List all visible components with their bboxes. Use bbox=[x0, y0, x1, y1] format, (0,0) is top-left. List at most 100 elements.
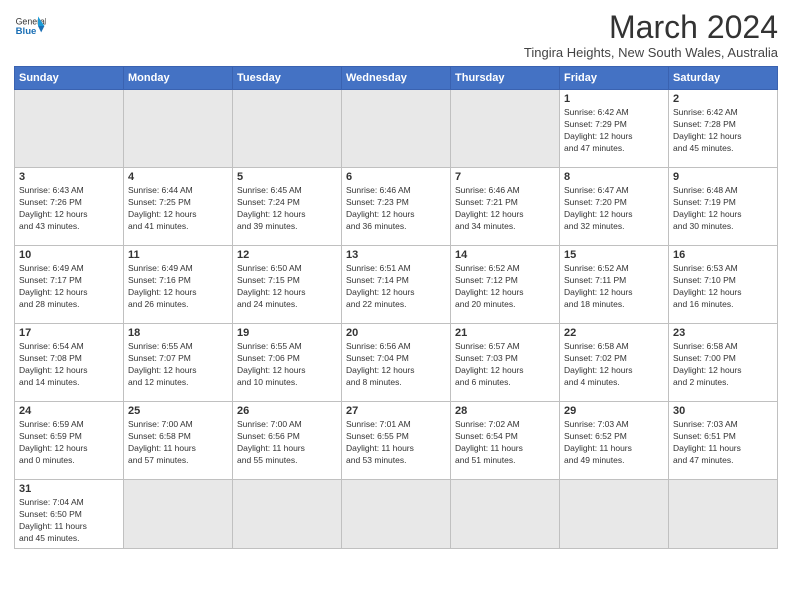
table-row: 18Sunrise: 6:55 AM Sunset: 7:07 PM Dayli… bbox=[124, 324, 233, 402]
day-info: Sunrise: 6:47 AM Sunset: 7:20 PM Dayligh… bbox=[564, 185, 664, 233]
day-info: Sunrise: 7:00 AM Sunset: 6:56 PM Dayligh… bbox=[237, 419, 337, 467]
day-number: 3 bbox=[19, 171, 119, 183]
day-number: 17 bbox=[19, 327, 119, 339]
day-info: Sunrise: 6:58 AM Sunset: 7:02 PM Dayligh… bbox=[564, 341, 664, 389]
day-info: Sunrise: 6:52 AM Sunset: 7:12 PM Dayligh… bbox=[455, 263, 555, 311]
day-number: 2 bbox=[673, 93, 773, 105]
day-info: Sunrise: 6:44 AM Sunset: 7:25 PM Dayligh… bbox=[128, 185, 228, 233]
table-row: 21 Sunrise: 6:57 AM Sunset: 7:03 PM Dayli… bbox=[451, 324, 560, 402]
day-info: Sunrise: 7:04 AM Sunset: 6:50 PM Dayligh… bbox=[19, 497, 119, 545]
col-tuesday: Tuesday bbox=[233, 67, 342, 90]
day-info: Sunrise: 6:55 AM Sunset: 7:07 PM Dayligh… bbox=[128, 341, 228, 389]
calendar-week-row: 1Sunrise: 6:42 AM Sunset: 7:29 PM Daylig… bbox=[15, 90, 778, 168]
table-row: 4 Sunrise: 6:44 AM Sunset: 7:25 PM Daylig… bbox=[124, 168, 233, 246]
calendar-header-row: Sunday Monday Tuesday Wednesday Thursday… bbox=[15, 67, 778, 90]
table-row: 12Sunrise: 6:50 AM Sunset: 7:15 PM Dayli… bbox=[233, 246, 342, 324]
table-row: 24Sunrise: 6:59 AM Sunset: 6:59 PM Dayli… bbox=[15, 402, 124, 480]
day-number: 27 bbox=[346, 405, 446, 417]
day-info: Sunrise: 7:03 AM Sunset: 6:52 PM Dayligh… bbox=[564, 419, 664, 467]
calendar-week-row: 31 Sunrise: 7:04 AM Sunset: 6:50 PM Dayli… bbox=[15, 480, 778, 549]
day-number: 7 bbox=[455, 171, 555, 183]
table-row: 3 Sunrise: 6:43 AM Sunset: 7:26 PM Daylig… bbox=[15, 168, 124, 246]
table-row bbox=[124, 480, 233, 549]
table-row bbox=[560, 480, 669, 549]
table-row bbox=[15, 90, 124, 168]
table-row: 27 Sunrise: 7:01 AM Sunset: 6:55 PM Dayli… bbox=[342, 402, 451, 480]
table-row: 19Sunrise: 6:55 AM Sunset: 7:06 PM Dayli… bbox=[233, 324, 342, 402]
day-info: Sunrise: 6:56 AM Sunset: 7:04 PM Dayligh… bbox=[346, 341, 446, 389]
day-info: Sunrise: 6:43 AM Sunset: 7:26 PM Dayligh… bbox=[19, 185, 119, 233]
table-row bbox=[233, 480, 342, 549]
day-number: 30 bbox=[673, 405, 773, 417]
table-row: 23Sunrise: 6:58 AM Sunset: 7:00 PM Dayli… bbox=[669, 324, 778, 402]
page: General Blue March 2024 Tingira Heights,… bbox=[0, 0, 792, 557]
table-row: 22 Sunrise: 6:58 AM Sunset: 7:02 PM Dayli… bbox=[560, 324, 669, 402]
day-number: 22 bbox=[564, 327, 664, 339]
location-label: Tingira Heights, New South Wales, Austra… bbox=[524, 45, 778, 60]
day-number: 10 bbox=[19, 249, 119, 261]
svg-text:Blue: Blue bbox=[16, 26, 37, 37]
day-info: Sunrise: 6:55 AM Sunset: 7:06 PM Dayligh… bbox=[237, 341, 337, 389]
day-info: Sunrise: 6:48 AM Sunset: 7:19 PM Dayligh… bbox=[673, 185, 773, 233]
day-info: Sunrise: 7:00 AM Sunset: 6:58 PM Dayligh… bbox=[128, 419, 228, 467]
day-number: 31 bbox=[19, 483, 119, 495]
table-row bbox=[451, 90, 560, 168]
day-info: Sunrise: 6:51 AM Sunset: 7:14 PM Dayligh… bbox=[346, 263, 446, 311]
day-number: 29 bbox=[564, 405, 664, 417]
day-info: Sunrise: 6:46 AM Sunset: 7:23 PM Dayligh… bbox=[346, 185, 446, 233]
header: General Blue March 2024 Tingira Heights,… bbox=[14, 10, 778, 60]
table-row bbox=[124, 90, 233, 168]
day-number: 1 bbox=[564, 93, 664, 105]
day-number: 12 bbox=[237, 249, 337, 261]
logo: General Blue bbox=[14, 10, 46, 42]
col-wednesday: Wednesday bbox=[342, 67, 451, 90]
day-number: 26 bbox=[237, 405, 337, 417]
day-info: Sunrise: 6:53 AM Sunset: 7:10 PM Dayligh… bbox=[673, 263, 773, 311]
table-row: 1Sunrise: 6:42 AM Sunset: 7:29 PM Daylig… bbox=[560, 90, 669, 168]
table-row: 17 Sunrise: 6:54 AM Sunset: 7:08 PM Dayli… bbox=[15, 324, 124, 402]
day-info: Sunrise: 6:45 AM Sunset: 7:24 PM Dayligh… bbox=[237, 185, 337, 233]
day-number: 25 bbox=[128, 405, 228, 417]
table-row: 30Sunrise: 7:03 AM Sunset: 6:51 PM Dayli… bbox=[669, 402, 778, 480]
day-info: Sunrise: 7:01 AM Sunset: 6:55 PM Dayligh… bbox=[346, 419, 446, 467]
table-row: 2 Sunrise: 6:42 AM Sunset: 7:28 PM Daylig… bbox=[669, 90, 778, 168]
col-sunday: Sunday bbox=[15, 67, 124, 90]
day-number: 15 bbox=[564, 249, 664, 261]
table-row bbox=[342, 90, 451, 168]
day-number: 23 bbox=[673, 327, 773, 339]
day-info: Sunrise: 6:57 AM Sunset: 7:03 PM Dayligh… bbox=[455, 341, 555, 389]
day-number: 21 bbox=[455, 327, 555, 339]
calendar-table: Sunday Monday Tuesday Wednesday Thursday… bbox=[14, 66, 778, 549]
table-row bbox=[233, 90, 342, 168]
day-info: Sunrise: 6:46 AM Sunset: 7:21 PM Dayligh… bbox=[455, 185, 555, 233]
table-row: 29 Sunrise: 7:03 AM Sunset: 6:52 PM Dayli… bbox=[560, 402, 669, 480]
table-row: 5 Sunrise: 6:45 AM Sunset: 7:24 PM Daylig… bbox=[233, 168, 342, 246]
day-number: 4 bbox=[128, 171, 228, 183]
day-info: Sunrise: 6:54 AM Sunset: 7:08 PM Dayligh… bbox=[19, 341, 119, 389]
day-number: 28 bbox=[455, 405, 555, 417]
day-info: Sunrise: 6:42 AM Sunset: 7:28 PM Dayligh… bbox=[673, 107, 773, 155]
title-area: March 2024 Tingira Heights, New South Wa… bbox=[524, 10, 778, 60]
logo-icon: General Blue bbox=[14, 10, 46, 42]
table-row: 14Sunrise: 6:52 AM Sunset: 7:12 PM Dayli… bbox=[451, 246, 560, 324]
day-number: 9 bbox=[673, 171, 773, 183]
table-row: 28Sunrise: 7:02 AM Sunset: 6:54 PM Dayli… bbox=[451, 402, 560, 480]
calendar-week-row: 3 Sunrise: 6:43 AM Sunset: 7:26 PM Daylig… bbox=[15, 168, 778, 246]
table-row: 7 Sunrise: 6:46 AM Sunset: 7:21 PM Daylig… bbox=[451, 168, 560, 246]
table-row: 11Sunrise: 6:49 AM Sunset: 7:16 PM Dayli… bbox=[124, 246, 233, 324]
day-number: 6 bbox=[346, 171, 446, 183]
day-number: 5 bbox=[237, 171, 337, 183]
table-row: 16 Sunrise: 6:53 AM Sunset: 7:10 PM Dayli… bbox=[669, 246, 778, 324]
table-row: 26 Sunrise: 7:00 AM Sunset: 6:56 PM Dayli… bbox=[233, 402, 342, 480]
table-row: 8 Sunrise: 6:47 AM Sunset: 7:20 PM Daylig… bbox=[560, 168, 669, 246]
col-thursday: Thursday bbox=[451, 67, 560, 90]
table-row: 9 Sunrise: 6:48 AM Sunset: 7:19 PM Daylig… bbox=[669, 168, 778, 246]
day-info: Sunrise: 6:49 AM Sunset: 7:16 PM Dayligh… bbox=[128, 263, 228, 311]
table-row: 10Sunrise: 6:49 AM Sunset: 7:17 PM Dayli… bbox=[15, 246, 124, 324]
table-row: 6 Sunrise: 6:46 AM Sunset: 7:23 PM Daylig… bbox=[342, 168, 451, 246]
calendar-week-row: 10Sunrise: 6:49 AM Sunset: 7:17 PM Dayli… bbox=[15, 246, 778, 324]
col-saturday: Saturday bbox=[669, 67, 778, 90]
table-row bbox=[342, 480, 451, 549]
day-number: 8 bbox=[564, 171, 664, 183]
day-number: 16 bbox=[673, 249, 773, 261]
